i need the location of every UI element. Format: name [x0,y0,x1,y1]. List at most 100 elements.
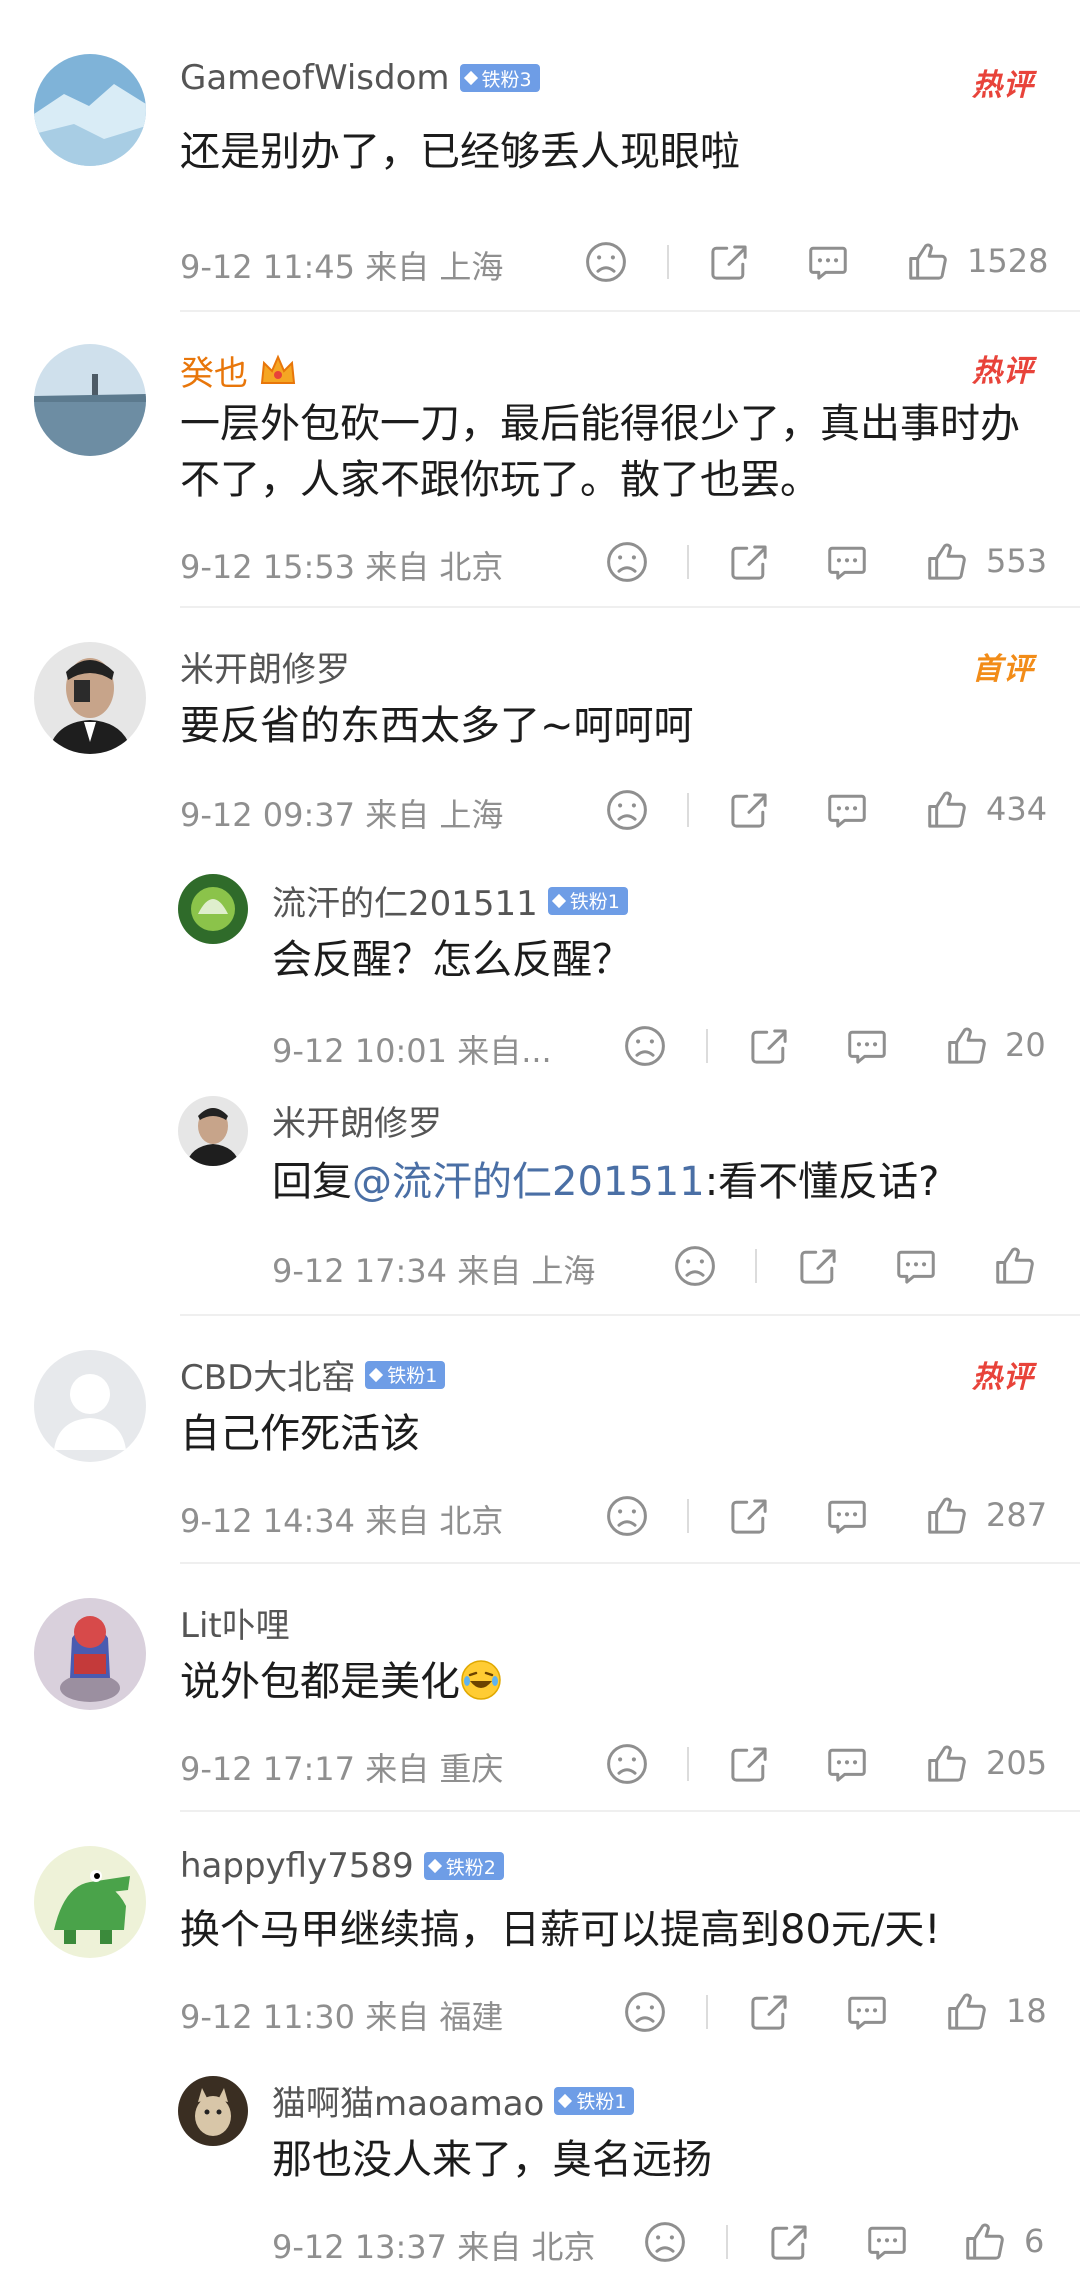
like-count[interactable]: 18 [1006,1992,1047,2030]
username[interactable]: 猫啊猫maoamao 铁粉1 [272,2076,635,2125]
like-count[interactable]: 434 [986,790,1047,828]
username-text[interactable]: 米开朗修罗 [180,642,350,691]
share-icon[interactable] [726,1741,772,1787]
diamond-icon [558,2093,573,2108]
divider [180,310,1080,312]
mention-link[interactable]: @流汗的仁201511 [352,1159,705,1205]
thumbs-up-icon[interactable] [962,2219,1008,2265]
action-separator [687,793,689,827]
action-separator [755,1249,757,1283]
comment-meta: 9-12 17:34 来自 上海 [272,1252,596,1290]
thumbs-up-icon[interactable] [924,1493,970,1539]
share-icon[interactable] [726,787,772,833]
share-icon[interactable] [766,2219,812,2265]
reply-text: :看不懂反话? [704,1159,940,1205]
username-text[interactable]: Lit卟哩 [180,1598,290,1647]
avatar[interactable] [34,344,146,456]
diamond-icon [551,893,566,908]
comment-text: 那也没人来了，臭名远扬 [272,2137,712,2183]
comment-icon[interactable] [864,2219,910,2265]
frown-icon[interactable] [583,239,629,285]
comment-meta: 9-12 15:53 来自 北京 [180,548,504,586]
comment-icon[interactable] [824,1493,870,1539]
username[interactable]: happyfly7589 铁粉2 [180,1846,504,1886]
divider [180,606,1080,608]
thumbs-up-icon[interactable] [992,1243,1038,1289]
like-count[interactable]: 553 [986,542,1047,580]
comment-meta: 9-12 11:30 来自 福建 [180,1998,504,2036]
avatar[interactable] [34,1598,146,1710]
fan-badge: 铁粉1 [365,1360,446,1389]
frown-icon[interactable] [642,2219,688,2265]
comment-meta: 9-12 09:37 来自 上海 [180,796,504,834]
comment-meta: 9-12 10:01 来自... [272,1032,552,1070]
avatar[interactable] [34,1350,146,1462]
divider [180,1314,1080,1316]
action-separator [687,545,689,579]
username[interactable]: 癸也 [180,346,298,395]
fan-badge-label: 铁粉2 [445,1856,496,1879]
username-text[interactable]: 米开朗修罗 [272,1096,442,1145]
avatar[interactable] [34,1846,146,1958]
thumbs-up-icon[interactable] [905,239,951,285]
comment-text: 说外包都是美化 [180,1654,1040,1710]
comment-text: 回复@流汗的仁201511:看不懂反话? [272,1154,1032,1210]
like-count[interactable]: 205 [986,1744,1047,1782]
fan-badge-label: 铁粉1 [576,2091,627,2113]
username[interactable]: 流汗的仁201511 铁粉1 [272,876,628,925]
comment-icon[interactable] [844,1989,890,2035]
username-text[interactable]: 癸也 [180,346,248,395]
avatar[interactable] [178,874,248,944]
comment-icon[interactable] [805,239,851,285]
thumbs-up-icon[interactable] [924,787,970,833]
share-icon[interactable] [746,1989,792,2035]
share-icon[interactable] [706,239,752,285]
username-text[interactable]: 流汗的仁201511 [272,876,538,925]
thumbs-up-icon[interactable] [944,1989,990,2035]
frown-icon[interactable] [604,539,650,585]
like-count[interactable]: 287 [986,1496,1047,1534]
avatar[interactable] [34,642,146,754]
divider [180,1562,1080,1564]
fan-badge-label: 铁粉1 [387,1365,438,1387]
frown-icon[interactable] [604,1741,650,1787]
username-text[interactable]: happyfly7589 [180,1846,414,1886]
username-text[interactable]: CBD大北窑 [180,1350,355,1399]
share-icon[interactable] [746,1023,792,1069]
like-count[interactable]: 6 [1024,2222,1044,2260]
frown-icon[interactable] [604,1493,650,1539]
avatar[interactable] [178,2076,248,2146]
action-separator [687,1499,689,1533]
comment-icon[interactable] [893,1243,939,1289]
comment-icon[interactable] [824,539,870,585]
username-text[interactable]: GameofWisdom [180,58,450,98]
diamond-icon [427,1858,442,1874]
frown-icon[interactable] [672,1243,718,1289]
action-separator [726,2225,728,2259]
thumbs-up-icon[interactable] [924,539,970,585]
like-count[interactable]: 20 [1005,1026,1046,1064]
share-icon[interactable] [726,1493,772,1539]
avatar[interactable] [178,1096,248,1166]
username[interactable]: GameofWisdom 铁粉3 [180,58,540,98]
like-count[interactable]: 1528 [967,242,1048,280]
comment-icon[interactable] [824,787,870,833]
comment-icon[interactable] [844,1023,890,1069]
comment-icon[interactable] [824,1741,870,1787]
frown-icon[interactable] [622,1023,668,1069]
fan-badge: 铁粉3 [459,64,540,92]
fan-badge-label: 铁粉3 [481,68,532,91]
username[interactable]: CBD大北窑 铁粉1 [180,1350,446,1399]
username[interactable]: Lit卟哩 [180,1598,290,1647]
thumbs-up-icon[interactable] [924,1741,970,1787]
username-text[interactable]: 猫啊猫maoamao [272,2076,544,2125]
thumbs-up-icon[interactable] [944,1023,990,1069]
username[interactable]: 米开朗修罗 [272,1096,442,1145]
share-icon[interactable] [726,539,772,585]
username[interactable]: 米开朗修罗 [180,642,350,691]
frown-icon[interactable] [622,1989,668,2035]
share-icon[interactable] [795,1243,841,1289]
frown-icon[interactable] [604,787,650,833]
crown-icon [260,353,296,384]
avatar[interactable] [34,54,146,166]
